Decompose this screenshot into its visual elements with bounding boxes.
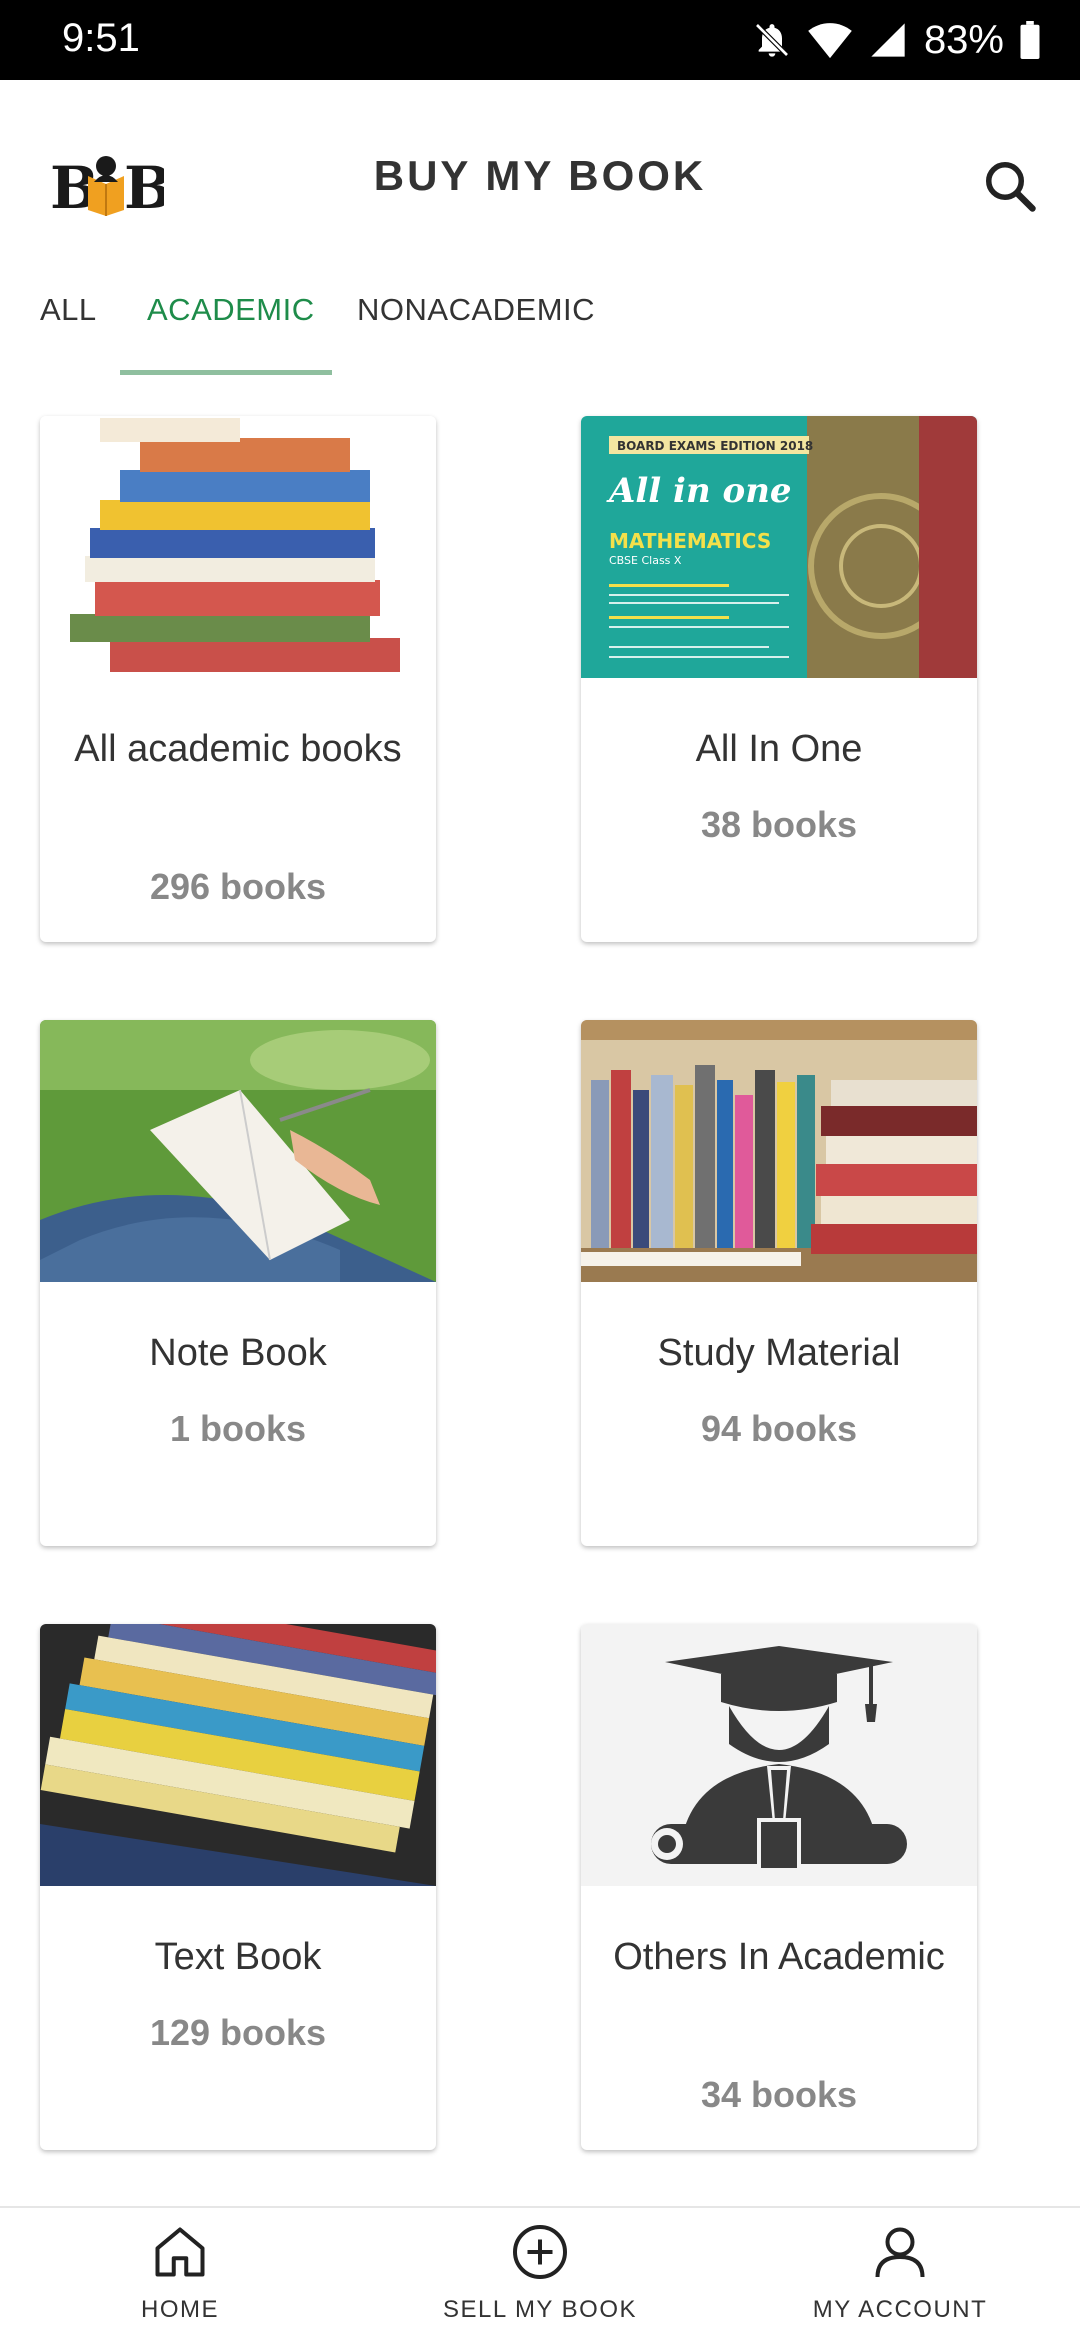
cover-subject: MATHEMATICS <box>609 529 771 553</box>
card-count: 94 books <box>700 1408 858 1449</box>
card-count: 296 books <box>149 866 327 907</box>
nav-my-account[interactable]: MY ACCOUNT <box>750 2208 1050 2340</box>
tab-nonacademic[interactable]: NONACADEMIC <box>357 292 595 328</box>
plus-circle-icon <box>513 2225 567 2279</box>
nav-sell-my-book[interactable]: SELL MY BOOK <box>390 2208 690 2340</box>
battery-percent: 83% <box>923 17 1004 62</box>
category-card-others-academic[interactable]: Others In Academic 34 books <box>581 1624 977 2150</box>
bell-off-icon <box>755 23 789 57</box>
card-title: Note Book <box>149 1332 327 1374</box>
category-card-study-material[interactable]: Study Material 94 books <box>581 1020 977 1546</box>
status-bar: 9:51 83% <box>0 0 1080 80</box>
card-title: Text Book <box>154 1936 322 1978</box>
tab-academic[interactable]: ACADEMIC <box>147 292 315 328</box>
status-icons: 83% <box>752 14 1040 66</box>
category-card-note-book[interactable]: Note Book 1 books <box>40 1020 436 1546</box>
card-title: Others In Academic <box>613 1936 945 1978</box>
nav-label: HOME <box>141 2296 219 2323</box>
nav-home[interactable]: HOME <box>30 2208 330 2340</box>
search-icon <box>986 162 1036 212</box>
category-card-text-book[interactable]: Text Book 129 books <box>40 1624 436 2150</box>
card-count: 129 books <box>149 2012 327 2053</box>
bookshelf-image <box>581 1020 977 1282</box>
card-count: 1 books <box>169 1408 307 1449</box>
card-count: 38 books <box>700 804 858 845</box>
bottom-nav: HOME SELL MY BOOK MY ACCOUNT <box>0 2206 1080 2340</box>
signal-icon <box>871 23 905 57</box>
tab-indicator <box>120 370 332 375</box>
card-title: Study Material <box>657 1332 901 1374</box>
cover-class: CBSE Class X <box>609 554 682 567</box>
status-time: 9:51 <box>62 16 140 60</box>
notebook-writing-image <box>40 1020 436 1282</box>
category-tabs: ALL ACADEMIC NONACADEMIC <box>0 270 1080 376</box>
app-title: BUY MY BOOK <box>373 152 707 199</box>
tab-all[interactable]: ALL <box>40 292 97 328</box>
all-in-one-cover-image: BOARD EXAMS EDITION 2018 All in one MATH… <box>581 416 977 678</box>
category-card-all-in-one[interactable]: BOARD EXAMS EDITION 2018 All in one MATH… <box>581 416 977 942</box>
book-stack-image <box>40 416 436 678</box>
app-bar: B B BUY MY BOOK <box>0 80 1080 270</box>
nav-label: SELL MY BOOK <box>442 2296 638 2323</box>
nav-label: MY ACCOUNT <box>812 2296 988 2323</box>
category-card-all-academic[interactable]: All academic books 296 books <box>40 416 436 942</box>
cover-banner: BOARD EXAMS EDITION 2018 <box>617 439 813 453</box>
search-button[interactable] <box>980 156 1040 216</box>
card-title: All In One <box>695 728 863 770</box>
home-icon <box>155 2227 205 2277</box>
graduate-icon-image <box>581 1624 977 1886</box>
card-title: All academic books <box>74 728 402 770</box>
textbook-stack-image <box>40 1624 436 1886</box>
card-count: 34 books <box>700 2074 858 2115</box>
wifi-icon <box>808 23 852 59</box>
person-icon <box>875 2227 925 2278</box>
cover-brand: All in one <box>606 471 792 511</box>
battery-icon <box>1020 21 1040 59</box>
